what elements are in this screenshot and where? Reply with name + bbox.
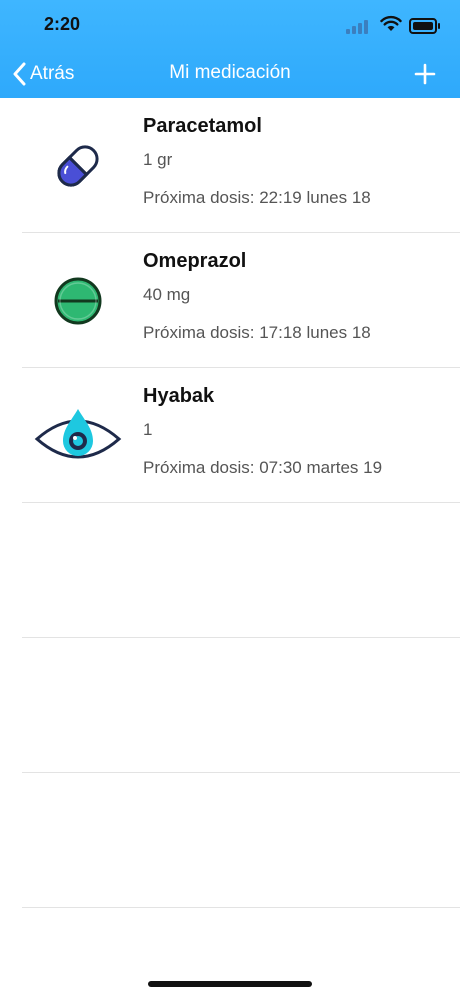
tablet-icon	[54, 277, 102, 325]
cellular-signal-icon	[346, 18, 372, 34]
home-indicator[interactable]	[148, 981, 312, 987]
eye-drop-icon	[34, 409, 122, 459]
next-dose-label: Próxima dosis: 22:19 lunes 18	[143, 188, 371, 207]
status-time: 2:20	[44, 14, 81, 34]
next-dose-label: Próxima dosis: 07:30 martes 19	[143, 458, 383, 477]
row-divider	[22, 907, 460, 908]
medication-row[interactable]: Hyabak 1 Próxima dosis: 07:30 martes 19	[0, 368, 460, 503]
medication-row[interactable]: Omeprazol 40 mg Próxima dosis: 17:18 lun…	[0, 233, 460, 368]
add-medication-button[interactable]	[414, 60, 436, 88]
battery-icon	[409, 18, 440, 34]
medication-dose: 40 mg	[143, 285, 191, 304]
empty-row	[0, 773, 460, 908]
medication-dose: 1	[143, 420, 153, 439]
medication-list: Paracetamol 1 gr Próxima dosis: 22:19 lu…	[0, 98, 460, 908]
empty-row	[0, 503, 460, 638]
navigation-header: 2:20 Atrás Mi medicación	[0, 0, 460, 98]
next-dose-label: Próxima dosis: 17:18 lunes 18	[143, 323, 371, 342]
medication-row[interactable]: Paracetamol 1 gr Próxima dosis: 22:19 lu…	[0, 98, 460, 233]
page-title: Mi medicación	[169, 62, 291, 83]
plus-icon	[414, 63, 436, 85]
wifi-icon	[380, 15, 402, 31]
medication-dose: 1 gr	[143, 150, 173, 169]
medication-name: Hyabak	[143, 385, 215, 407]
medication-name: Paracetamol	[143, 115, 262, 137]
medication-name: Omeprazol	[143, 250, 247, 272]
status-icons	[346, 15, 440, 35]
empty-row	[0, 638, 460, 773]
capsule-icon	[57, 145, 99, 187]
